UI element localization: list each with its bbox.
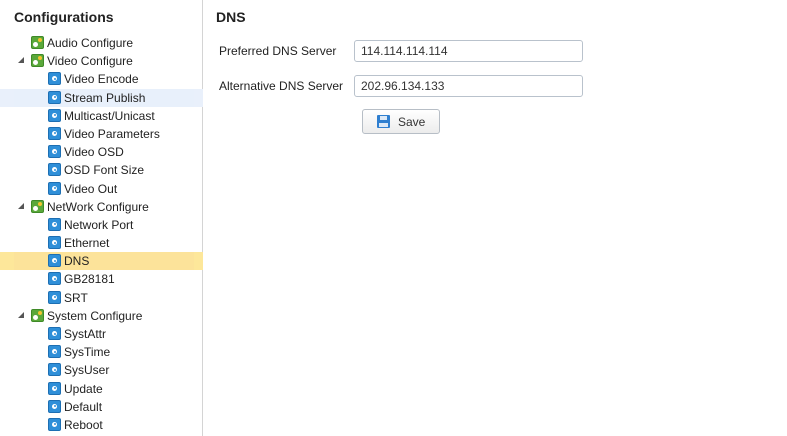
gear-icon: [48, 90, 61, 104]
sidebar-item-label: Default: [64, 399, 103, 414]
sidebar-item-video-osd[interactable]: Video OSD: [0, 143, 203, 161]
sidebar-item-reboot[interactable]: Reboot: [0, 416, 203, 434]
config-tree: Audio Configure Video Configure Video Enco…: [0, 34, 203, 434]
gear-icon: [48, 363, 61, 377]
sidebar-item-label: GB28181: [64, 272, 115, 287]
sidebar-item-gb28181[interactable]: GB28181: [0, 270, 203, 288]
sidebar-item-label: Video OSD: [64, 145, 124, 160]
gear-icon: [48, 345, 61, 359]
sidebar-item-sysuser[interactable]: SysUser: [0, 361, 203, 379]
gear-icon: [48, 327, 61, 340]
sidebar-item-video-encode[interactable]: Video Encode: [0, 70, 203, 88]
sidebar-item-label: DNS: [64, 254, 90, 269]
sidebar-item-label: Network Port: [64, 217, 134, 232]
sidebar-item-label: Update: [64, 381, 103, 396]
gear-icon: [48, 254, 61, 268]
row-highlight: [14, 416, 194, 434]
gear-folder-icon: [31, 308, 44, 322]
main-panel: DNS Preferred DNS Server Alternative DNS…: [204, 0, 787, 436]
row-highlight: [14, 398, 194, 416]
gear-icon: [48, 381, 61, 395]
sidebar-item-srt[interactable]: SRT: [0, 289, 203, 307]
sidebar-item-label: SysTime: [64, 345, 111, 360]
sidebar-item-video-configure[interactable]: Video Configure: [0, 52, 203, 70]
sidebar-item-label: SRT: [64, 290, 88, 305]
expand-arrow-icon[interactable]: [18, 311, 24, 318]
sidebar-item-label: NetWork Configure: [47, 199, 149, 214]
sidebar-item-default[interactable]: Default: [0, 398, 203, 416]
gear-folder-icon: [31, 54, 44, 68]
gear-icon: [48, 145, 61, 159]
sidebar-item-label: OSD Font Size: [64, 163, 145, 178]
sidebar-item-label: Multicast/Unicast: [64, 108, 155, 123]
gear-folder-icon: [31, 199, 44, 213]
sidebar-item-label: Video Configure: [47, 54, 133, 69]
gear-icon: [48, 417, 61, 431]
sidebar-item-systime[interactable]: SysTime: [0, 343, 203, 361]
gear-icon: [48, 272, 61, 286]
gear-icon: [48, 290, 61, 304]
sidebar-item-multicast-unicast[interactable]: Multicast/Unicast: [0, 107, 203, 125]
save-button-label: Save: [398, 115, 426, 129]
sidebar-item-label: Video Encode: [64, 72, 139, 87]
sidebar-item-systattr[interactable]: SystAttr: [0, 325, 203, 343]
sidebar-item-label: Audio Configure: [47, 36, 134, 50]
sidebar-item-label: Reboot: [64, 417, 103, 432]
sidebar-item-label: SysUser: [64, 363, 110, 378]
alternative-dns-input[interactable]: [354, 75, 583, 97]
sidebar-item-label: System Configure: [47, 308, 143, 323]
gear-folder-icon: [31, 36, 44, 49]
sidebar-item-label: SystAttr: [64, 327, 107, 341]
preferred-dns-input[interactable]: [354, 40, 583, 62]
page-title: DNS: [216, 9, 246, 25]
sidebar-item-video-parameters[interactable]: Video Parameters: [0, 125, 203, 143]
gear-icon: [48, 108, 61, 122]
sidebar-item-label: Video Parameters: [64, 126, 160, 141]
sidebar: Configurations Audio Configure Video Conf…: [0, 0, 203, 436]
sidebar-item-stream-publish[interactable]: Stream Publish: [0, 88, 203, 107]
sidebar-item-system-configure[interactable]: System Configure: [0, 307, 203, 325]
gear-icon: [48, 126, 61, 140]
sidebar-item-audio-configure[interactable]: Audio Configure: [0, 34, 203, 52]
sidebar-item-network-configure[interactable]: NetWork Configure: [0, 198, 203, 216]
sidebar-title: Configurations: [14, 9, 114, 25]
sidebar-item-label: Video Out: [64, 181, 118, 196]
expand-arrow-icon[interactable]: [18, 57, 24, 64]
sidebar-item-osd-font-size[interactable]: OSD Font Size: [0, 161, 203, 179]
gear-icon: [48, 72, 61, 86]
sidebar-item-update[interactable]: Update: [0, 380, 203, 398]
alternative-dns-label: Alternative DNS Server: [219, 79, 344, 93]
sidebar-item-video-out[interactable]: Video Out: [0, 180, 203, 198]
row-highlight: [14, 252, 194, 271]
sidebar-item-network-port[interactable]: Network Port: [0, 216, 203, 234]
floppy-disk-icon: [377, 115, 390, 128]
preferred-dns-label: Preferred DNS Server: [219, 44, 337, 58]
gear-icon: [48, 399, 61, 413]
gear-icon: [48, 217, 61, 231]
sidebar-item-dns[interactable]: DNS: [0, 252, 203, 271]
row-highlight: [14, 380, 194, 398]
gear-icon: [48, 236, 61, 250]
gear-icon: [48, 181, 61, 195]
gear-icon: [48, 163, 61, 177]
row-highlight: [14, 289, 194, 307]
sidebar-item-label: Ethernet: [64, 236, 110, 251]
sidebar-item-label: Stream Publish: [64, 90, 146, 105]
save-button[interactable]: Save: [362, 109, 440, 134]
expand-arrow-icon[interactable]: [18, 202, 24, 209]
sidebar-item-ethernet[interactable]: Ethernet: [0, 234, 203, 252]
